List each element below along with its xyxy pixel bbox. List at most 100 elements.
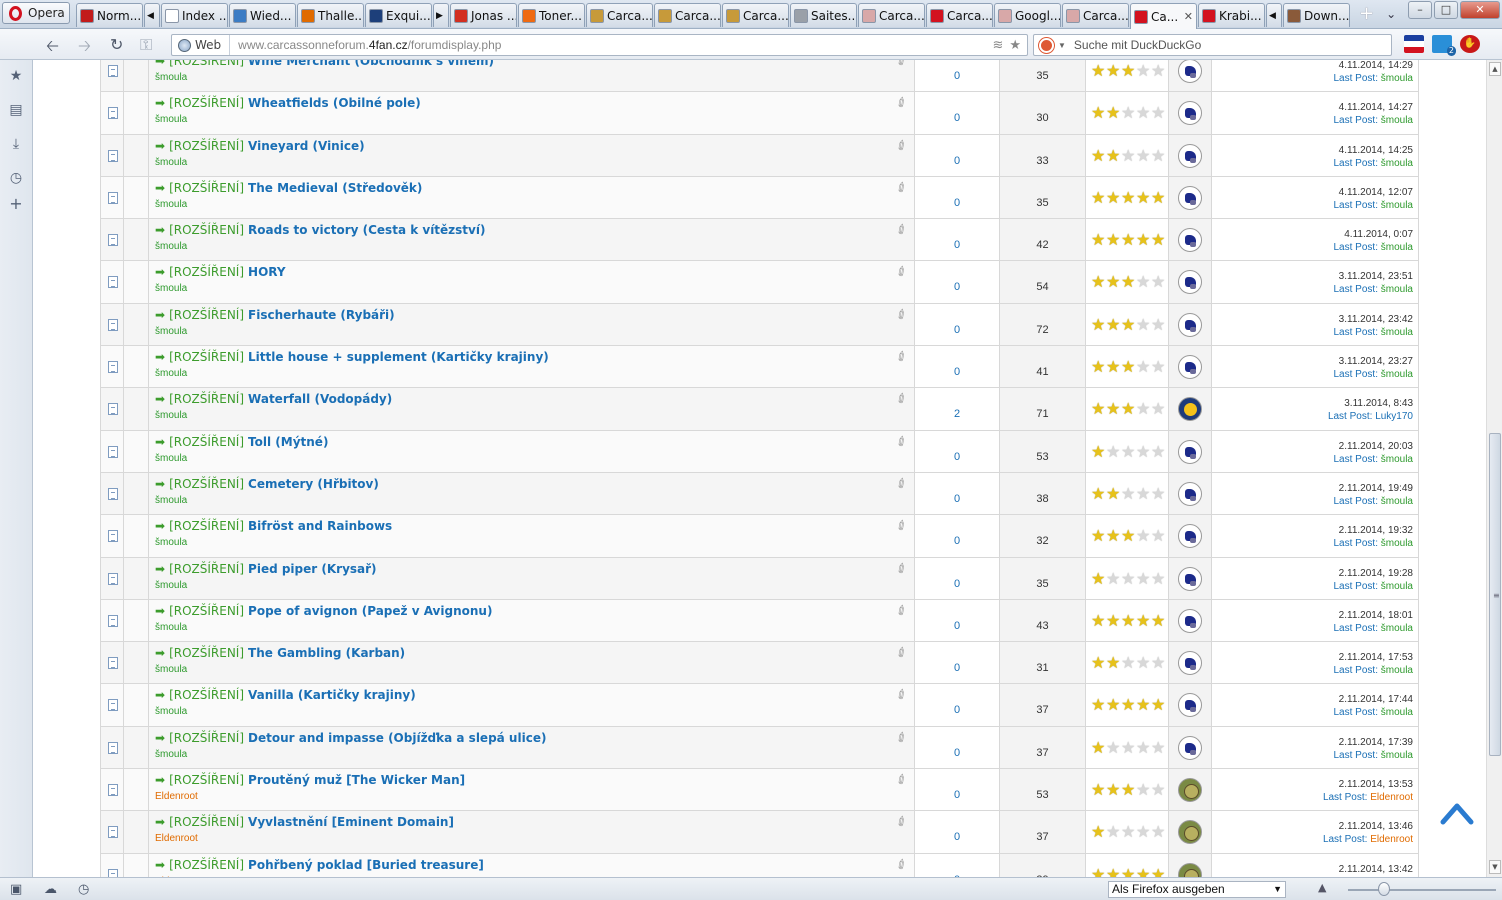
replies-count-link[interactable]: 0 [915, 261, 1000, 303]
tab-scroll-right-icon[interactable]: ▶ [433, 3, 449, 27]
scroll-up-icon[interactable]: ▲ [1489, 62, 1501, 76]
go-to-first-unread-arrow-icon[interactable]: ➡ [155, 96, 165, 110]
thread-title-link[interactable]: HORY [248, 265, 286, 279]
browser-tab[interactable]: Ca... ✕ [1130, 3, 1197, 29]
browser-tab[interactable]: Carca... [722, 3, 789, 27]
browser-tab[interactable]: Thalle... [297, 3, 364, 27]
user-avatar[interactable] [1178, 60, 1202, 83]
last-post-label[interactable]: Last Post: [1323, 834, 1367, 845]
thread-title-link[interactable]: Detour and impasse (Objížďka a slepá uli… [248, 731, 546, 745]
replies-count-link[interactable]: 0 [915, 472, 1000, 515]
search-engine-dropdown-icon[interactable]: ▼ [1058, 41, 1066, 50]
thread-author-link[interactable]: šmoula [155, 453, 187, 464]
last-post-user-link[interactable]: šmoula [1381, 115, 1413, 126]
thread-title-link[interactable]: Little house + supplement (Kartičky kraj… [248, 350, 549, 364]
replies-count-link[interactable]: 0 [915, 726, 1000, 769]
thread-author-link[interactable]: šmoula [155, 72, 187, 83]
last-post-label[interactable]: Last Post: [1334, 369, 1378, 380]
replies-count-link[interactable]: 0 [915, 811, 1000, 853]
back-icon[interactable]: 🡠 [46, 35, 59, 62]
go-to-first-unread-arrow-icon[interactable]: ➡ [155, 223, 165, 237]
go-to-first-unread-arrow-icon[interactable]: ➡ [155, 519, 165, 533]
thread-title-link[interactable]: Pope of avignon (Papež v Avignonu) [248, 604, 492, 618]
thread-title-link[interactable]: Vanilla (Kartičky krajiny) [248, 688, 416, 702]
browser-tab[interactable]: Googl... [994, 3, 1061, 27]
thread-author-link[interactable]: šmoula [155, 157, 187, 168]
web-badge[interactable]: Web [172, 35, 231, 55]
user-avatar[interactable] [1178, 862, 1202, 877]
user-avatar[interactable] [1178, 608, 1202, 633]
replies-count-link[interactable]: 0 [915, 684, 1000, 726]
ghostery-icon[interactable]: 2 [1432, 35, 1456, 56]
go-to-first-unread-arrow-icon[interactable]: ➡ [155, 392, 165, 406]
thread-title-link[interactable]: The Gambling (Karban) [248, 646, 405, 660]
user-agent-select[interactable]: Als Firefox ausgeben ▼ [1108, 881, 1286, 898]
close-tab-icon[interactable]: ✕ [1184, 10, 1193, 23]
go-to-first-unread-arrow-icon[interactable]: ➡ [155, 60, 165, 68]
rss-icon[interactable]: ≋ [992, 38, 1003, 53]
last-post-label[interactable]: Last Post: [1334, 623, 1378, 634]
thread-author-link[interactable]: šmoula [155, 326, 187, 337]
replies-count-link[interactable]: 0 [915, 515, 1000, 557]
thread-title-link[interactable]: Waterfall (Vodopády) [248, 392, 392, 406]
thread-author-link[interactable]: šmoula [155, 495, 187, 506]
browser-tab[interactable]: Saites... [790, 3, 857, 27]
add-panel-icon[interactable]: + [8, 196, 24, 212]
panel-toggle-icon[interactable]: ▣ [10, 882, 22, 897]
scroll-to-top-icon[interactable] [1440, 800, 1474, 826]
new-tab-icon[interactable]: + [1359, 3, 1374, 29]
go-to-first-unread-arrow-icon[interactable]: ➡ [155, 646, 165, 660]
close-window-icon[interactable]: ✕ [1460, 1, 1500, 19]
replies-count-link[interactable]: 0 [915, 303, 1000, 346]
last-post-user-link[interactable]: šmoula [1381, 369, 1413, 380]
browser-tab[interactable]: Index ... [161, 3, 228, 27]
adblock-icon[interactable]: ✋ [1460, 35, 1480, 53]
browser-tab[interactable]: Carca... [858, 3, 925, 27]
downloads-icon[interactable]: ⤓ [8, 136, 24, 152]
vertical-scrollbar[interactable]: ▲ ≡ ▼ [1486, 60, 1502, 877]
last-post-user-link[interactable]: šmoula [1381, 581, 1413, 592]
thread-title-link[interactable]: Pohřbený poklad [Buried treasure] [248, 858, 484, 872]
go-to-first-unread-arrow-icon[interactable]: ➡ [155, 477, 165, 491]
replies-count-link[interactable]: 0 [915, 60, 1000, 92]
user-avatar[interactable] [1178, 270, 1202, 295]
replies-count-link[interactable]: 0 [915, 853, 1000, 877]
thread-title-link[interactable]: Fischerhaute (Rybáři) [248, 308, 395, 322]
last-post-user-link[interactable]: šmoula [1381, 665, 1413, 676]
zoom-up-icon[interactable]: ▲ [1318, 881, 1326, 894]
replies-count-link[interactable]: 0 [915, 219, 1000, 261]
tab-menu-icon[interactable]: ⌄ [1386, 3, 1396, 29]
go-to-first-unread-arrow-icon[interactable]: ➡ [155, 731, 165, 745]
last-post-label[interactable]: Last Post: [1334, 73, 1378, 84]
turbo-speedometer-icon[interactable]: ◷ [78, 882, 89, 897]
browser-tab[interactable]: Carca... [1062, 3, 1129, 27]
history-clock-icon[interactable]: ◷ [8, 170, 24, 186]
forward-icon[interactable]: 🡢 [78, 35, 91, 62]
thread-title-link[interactable]: Wine Merchant (Obchodník s vínem) [248, 60, 494, 68]
bookmark-star-icon[interactable]: ★ [1009, 38, 1021, 53]
thread-author-link[interactable]: šmoula [155, 241, 187, 252]
browser-tab[interactable]: Carca... [654, 3, 721, 27]
address-field[interactable]: Web www.carcassonneforum.4fan.cz/forumdi… [171, 34, 1028, 56]
last-post-user-link[interactable]: šmoula [1381, 750, 1413, 761]
opera-menu-button[interactable]: Opera [2, 2, 70, 24]
thread-author-link[interactable]: šmoula [155, 199, 187, 210]
zoom-slider-track[interactable] [1348, 889, 1496, 891]
last-post-label[interactable]: Last Post: [1334, 242, 1378, 253]
thread-author-link[interactable]: šmoula [155, 580, 187, 591]
last-post-label[interactable]: Last Post: [1323, 792, 1367, 803]
last-post-user-link[interactable]: šmoula [1381, 200, 1413, 211]
language-flag-icon[interactable] [1404, 35, 1424, 53]
replies-count-link[interactable]: 0 [915, 176, 1000, 219]
user-avatar[interactable] [1178, 735, 1202, 760]
thread-title-link[interactable]: Bifröst and Rainbows [248, 519, 392, 533]
last-post-user-link[interactable]: šmoula [1381, 73, 1413, 84]
last-post-label[interactable]: Last Post: [1334, 707, 1378, 718]
last-post-label[interactable]: Last Post: [1334, 200, 1378, 211]
thread-author-link[interactable]: šmoula [155, 537, 187, 548]
key-icon[interactable]: ⚿ [140, 35, 152, 55]
last-post-user-link[interactable]: šmoula [1381, 327, 1413, 338]
browser-tab[interactable]: Norm... [76, 3, 143, 27]
replies-count-link[interactable]: 0 [915, 346, 1000, 388]
user-avatar[interactable] [1178, 651, 1202, 676]
